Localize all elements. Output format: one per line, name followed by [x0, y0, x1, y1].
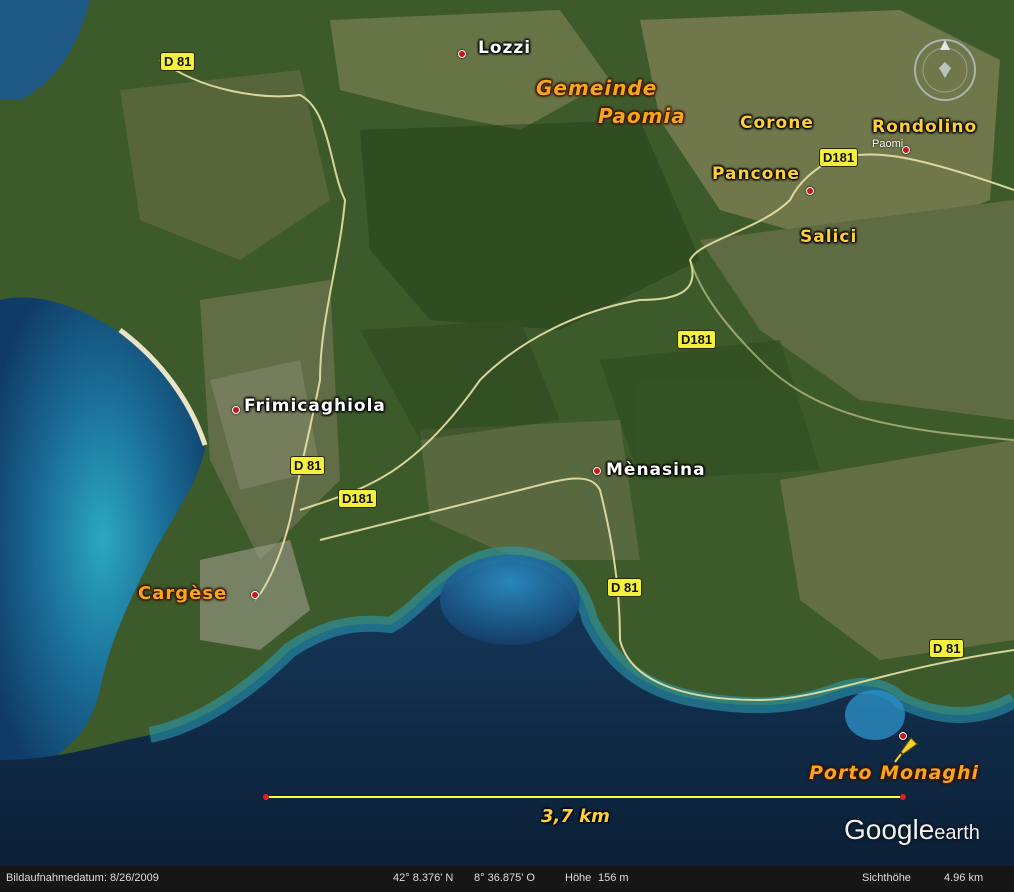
- eye-altitude-value: 4.96 km: [944, 872, 984, 884]
- scale-bar-end-icon: [900, 794, 906, 800]
- place-marker-icon[interactable]: [899, 732, 907, 740]
- label-porto-monaghi[interactable]: Porto Monaghi: [809, 762, 979, 784]
- label-pancone[interactable]: Pancone: [712, 164, 800, 184]
- imagery-date: Bildaufnahmedatum: 8/26/2009: [6, 872, 159, 884]
- place-marker-icon[interactable]: [458, 50, 466, 58]
- road-shield-d181: D181: [677, 330, 717, 349]
- label-salici[interactable]: Salici: [800, 227, 857, 247]
- label-corone[interactable]: Corone: [740, 113, 814, 133]
- center-cove: [440, 555, 580, 645]
- scale-bar-start-icon: [263, 794, 269, 800]
- scale-bar-label: 3,7 km: [541, 806, 610, 827]
- road-shield-d81: D 81: [607, 578, 643, 597]
- label-gemeinde[interactable]: Gemeinde: [536, 76, 657, 100]
- road-shield-d81: D 81: [290, 456, 326, 475]
- elevation-label: Höhe: [565, 872, 592, 884]
- road-shield-d81: D 81: [160, 52, 196, 71]
- logo-earth: earth: [934, 822, 980, 844]
- road-shield-d181: D181: [819, 148, 859, 167]
- longitude-readout: 8° 36.875' O: [474, 872, 535, 884]
- logo-google: Google: [844, 814, 935, 845]
- place-marker-icon[interactable]: [251, 591, 259, 599]
- label-menasina[interactable]: Mènasina: [606, 460, 706, 480]
- place-marker-icon[interactable]: [902, 146, 910, 154]
- road-shield-d81: D 81: [929, 639, 965, 658]
- road-shield-d181: D181: [338, 489, 378, 508]
- place-marker-icon[interactable]: [593, 467, 601, 475]
- status-bar: Bildaufnahmedatum: 8/26/2009 42° 8.376' …: [0, 866, 1014, 892]
- eye-altitude-label: Sichthöhe: [862, 872, 911, 884]
- satellite-map[interactable]: [0, 0, 1014, 892]
- label-rondolino[interactable]: Rondolino: [872, 117, 977, 137]
- east-cove: [845, 690, 905, 740]
- latitude-readout: 42° 8.376' N: [393, 872, 454, 884]
- label-cargese[interactable]: Cargèse: [138, 583, 227, 604]
- label-frimicaghiola[interactable]: Frimicaghiola: [244, 396, 386, 416]
- place-marker-icon[interactable]: [232, 406, 240, 414]
- label-paomia[interactable]: Paomia: [598, 104, 686, 128]
- place-marker-icon[interactable]: [806, 187, 814, 195]
- elevation-value: 156 m: [598, 872, 629, 884]
- label-lozzi[interactable]: Lozzi: [478, 38, 531, 58]
- label-paomia-small[interactable]: Paomi: [872, 138, 903, 150]
- google-earth-logo: Googleearth: [844, 814, 980, 846]
